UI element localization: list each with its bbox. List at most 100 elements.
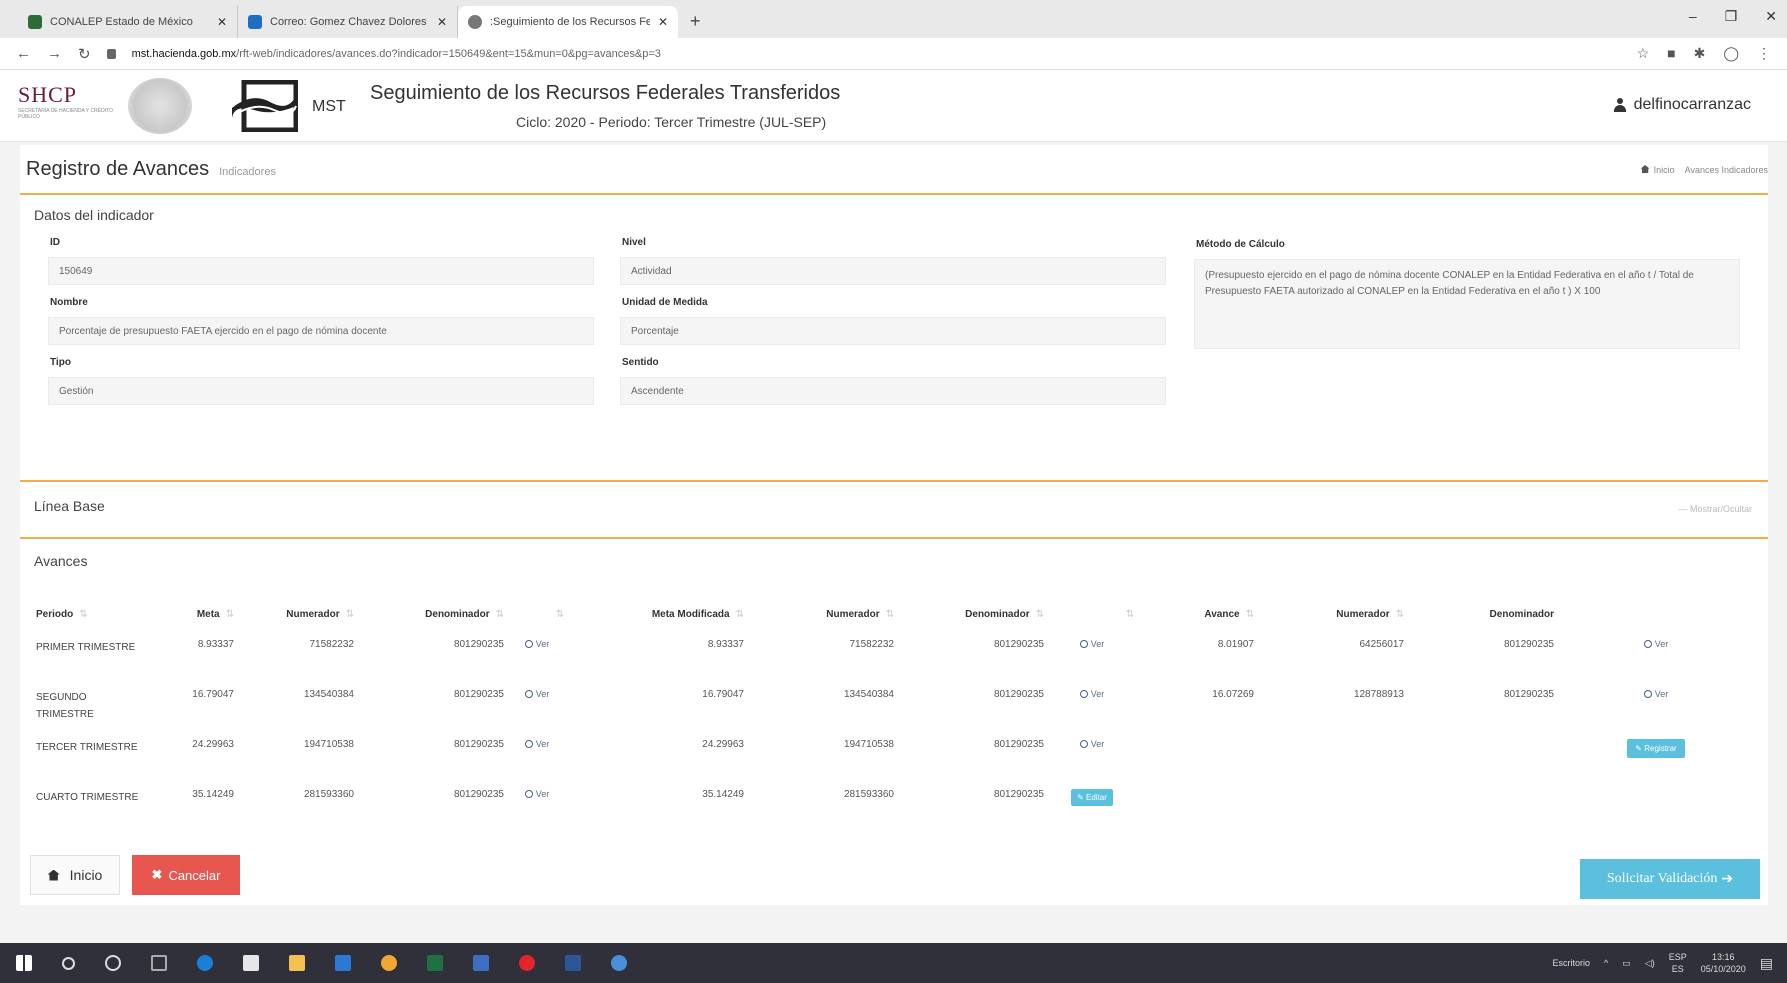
col-header-periodo[interactable]: Periodo ⇅	[30, 595, 150, 633]
browser-tab-2[interactable]: Correo: Gomez Chavez Dolores ✕	[238, 6, 458, 38]
store-icon[interactable]	[243, 955, 259, 971]
browser-tab-3[interactable]: :Seguimiento de los Recursos Fe ✕	[458, 6, 678, 38]
file-explorer-icon[interactable]	[289, 955, 305, 971]
search-icon	[1079, 690, 1088, 698]
ver-link[interactable]: Ver	[524, 689, 549, 699]
word-icon[interactable]	[565, 955, 581, 971]
avance-cell: 8.01907	[1217, 639, 1254, 650]
mail-favicon-icon	[248, 15, 262, 29]
numerador-cell: 134540384	[843, 689, 894, 700]
url-input[interactable]: mst.hacienda.gob.mx/rft-web/indicadores/…	[132, 48, 1621, 60]
edge-icon[interactable]	[197, 955, 213, 971]
minimize-icon[interactable]: –	[1689, 8, 1697, 25]
col-header-meta-modificada[interactable]: Meta Modificada ⇅	[570, 595, 750, 633]
tab-title: Correo: Gomez Chavez Dolores	[270, 16, 427, 28]
avance-cell: 16.07269	[1212, 689, 1254, 700]
table-row: TERCER TRIMESTRE 24.29963 194710538 8012…	[30, 733, 1758, 783]
registrar-button[interactable]: ✎ Registrar	[1627, 739, 1685, 758]
ver-link[interactable]: Ver	[1643, 639, 1668, 649]
numerador-cell: 281593360	[843, 789, 894, 800]
col-header-numerador-3[interactable]: Numerador ⇅	[1260, 595, 1410, 633]
chrome-icon[interactable]	[381, 955, 397, 971]
mail-icon[interactable]	[335, 955, 351, 971]
volume-icon[interactable]: ◁)	[1645, 958, 1655, 969]
denominador-cell	[1410, 783, 1560, 833]
inicio-button[interactable]: Inicio	[30, 855, 120, 895]
table-row: PRIMER TRIMESTRE 8.93337 71582232 801290…	[30, 633, 1758, 683]
desktop-label[interactable]: Escritorio	[1553, 958, 1591, 968]
puzzle-icon[interactable]: ✱	[1694, 45, 1706, 62]
denominador-cell: 801290235	[993, 789, 1044, 800]
linea-base-toggle[interactable]: — Mostrar/Ocultar	[1678, 504, 1752, 514]
editar-cell: ✎ Editar	[1050, 783, 1140, 833]
ver-link[interactable]: Ver	[1079, 689, 1104, 699]
solicitar-label: Solicitar Validación	[1606, 871, 1718, 886]
network-icon[interactable]: ▭	[1622, 958, 1631, 969]
numerador-cell: 194710538	[303, 739, 354, 750]
ver-link[interactable]: Ver	[524, 739, 549, 749]
close-tab-icon[interactable]: ✕	[437, 15, 447, 29]
registrar-cell: ✎ Registrar	[1560, 733, 1758, 783]
clock[interactable]: 13:16 05/10/2020	[1701, 951, 1746, 975]
excel-icon[interactable]	[427, 955, 443, 971]
app-icon[interactable]	[473, 955, 489, 971]
forward-icon[interactable]: →	[47, 45, 62, 62]
ver-cell: Ver	[510, 783, 570, 833]
table-header-row: Periodo ⇅ Meta ⇅ Numerador ⇅ Denominador ⇅ ⇅…	[30, 595, 1758, 633]
clock-time: 13:16	[1711, 952, 1735, 962]
avances-table-wrap: Periodo ⇅ Meta ⇅ Numerador ⇅ Denominador ⇅ ⇅…	[20, 581, 1768, 881]
back-icon[interactable]: ←	[16, 45, 31, 62]
profile-icon[interactable]: ◯	[1723, 45, 1739, 62]
breadcrumb: Inicio Avances Indicadores	[1640, 165, 1768, 175]
numerador-cell: 134540384	[303, 689, 354, 700]
numerador-cell: 281593360	[303, 789, 354, 800]
opera-icon[interactable]	[519, 955, 535, 971]
browser-tab-1[interactable]: CONALEP Estado de México ✕	[18, 6, 238, 38]
app-icon-2[interactable]	[611, 955, 627, 971]
reload-icon[interactable]: ↻	[78, 45, 91, 63]
ver-link[interactable]: Ver	[1643, 689, 1668, 699]
breadcrumb-home[interactable]: Inicio	[1640, 165, 1675, 175]
new-tab-icon[interactable]: +	[678, 11, 713, 38]
ver-link[interactable]: Ver	[1079, 739, 1104, 749]
cortana-icon[interactable]	[105, 955, 121, 971]
search-icon	[524, 740, 533, 748]
nivel-field: Actividad	[620, 257, 1166, 285]
col-header-numerador[interactable]: Numerador ⇅	[240, 595, 360, 633]
cancelar-label: Cancelar	[168, 867, 221, 883]
task-view-icon[interactable]	[151, 955, 167, 971]
extension-icon[interactable]: ■	[1667, 45, 1675, 62]
linea-base-row[interactable]: Línea Base — Mostrar/Ocultar	[20, 482, 1768, 537]
col-header-denominador[interactable]: Denominador ⇅	[360, 595, 510, 633]
search-icon[interactable]	[62, 956, 75, 970]
user-menu[interactable]: delfinocarranzac	[1613, 96, 1751, 114]
cancelar-button[interactable]: ✖ Cancelar	[132, 855, 240, 895]
empty-cell	[1560, 783, 1758, 833]
col-header-denominador-3[interactable]: Denominador	[1410, 595, 1560, 633]
restore-icon[interactable]: ❐	[1725, 8, 1738, 25]
chevron-up-icon[interactable]: ^	[1604, 958, 1608, 968]
metodo-label: Método de Cálculo	[1196, 239, 1285, 250]
close-window-icon[interactable]: ✕	[1765, 8, 1777, 25]
ver-link[interactable]: Ver	[1079, 639, 1104, 649]
ver-link[interactable]: Ver	[524, 789, 549, 799]
language-indicator[interactable]: ESP ES	[1669, 951, 1687, 975]
menu-icon[interactable]: ⋮	[1757, 45, 1771, 62]
col-header-avance[interactable]: Avance ⇅	[1140, 595, 1260, 633]
shcp-logo[interactable]: SHCP SECRETARÍA DE HACIENDA Y CRÉDITO PÚ…	[18, 82, 118, 120]
close-tab-icon[interactable]: ✕	[658, 15, 668, 29]
col-header-numerador-2[interactable]: Numerador ⇅	[750, 595, 900, 633]
solicitar-validacion-button[interactable]: Solicitar Validación ➔	[1580, 859, 1760, 899]
col-header-denominador-2[interactable]: Denominador ⇅	[900, 595, 1050, 633]
editar-button[interactable]: ✎ Editar	[1071, 789, 1113, 806]
col-header-meta[interactable]: Meta ⇅	[150, 595, 240, 633]
avance-cell	[1140, 733, 1260, 783]
denominador-cell: 801290235	[1503, 689, 1554, 700]
denominador-cell: 801290235	[993, 689, 1044, 700]
windows-start-icon[interactable]	[16, 955, 32, 971]
notifications-icon[interactable]: ▤	[1760, 955, 1773, 972]
close-tab-icon[interactable]: ✕	[217, 15, 227, 29]
star-icon[interactable]: ☆	[1637, 45, 1650, 62]
home-icon	[47, 869, 60, 881]
ver-link[interactable]: Ver	[524, 639, 549, 649]
